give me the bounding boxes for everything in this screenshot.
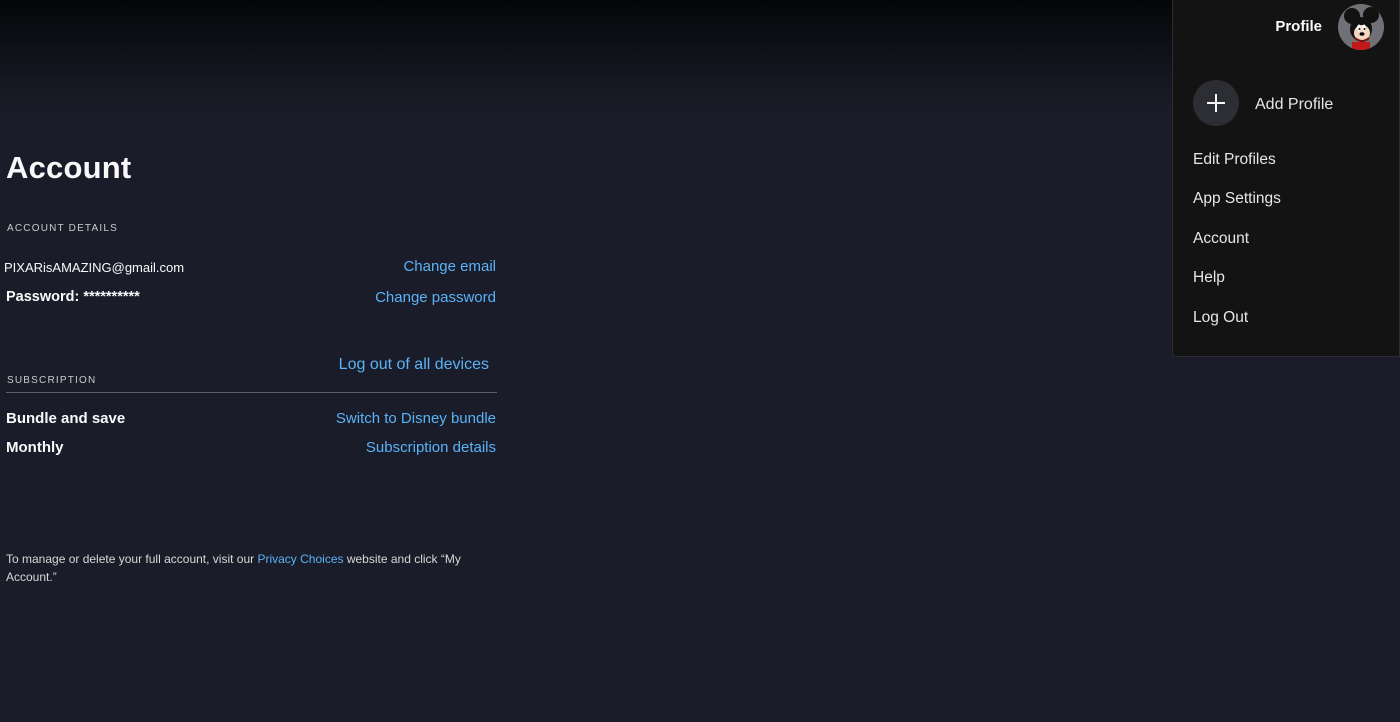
add-profile-label[interactable]: Add Profile (1255, 96, 1333, 114)
menu-item-help[interactable]: Help (1193, 269, 1225, 287)
privacy-choices-link[interactable]: Privacy Choices (257, 552, 343, 566)
menu-item-account[interactable]: Account (1193, 230, 1249, 248)
billing-period: Monthly (6, 439, 64, 456)
account-details-label: ACCOUNT DETAILS (7, 223, 118, 234)
switch-bundle-link[interactable]: Switch to Disney bundle (336, 410, 496, 427)
privacy-footnote: To manage or delete your full account, v… (6, 550, 476, 586)
plan-name: Bundle and save (6, 410, 126, 427)
change-email-link[interactable]: Change email (403, 258, 496, 275)
mickey-avatar-icon[interactable] (1338, 4, 1384, 50)
password-label: Password: (6, 289, 80, 305)
menu-item-edit-profiles[interactable]: Edit Profiles (1193, 151, 1276, 169)
profile-dropdown-menu (1172, 0, 1400, 357)
add-profile-button[interactable] (1193, 80, 1239, 126)
subscription-label: SUBSCRIPTION (7, 375, 97, 386)
page-title: Account (6, 150, 132, 185)
menu-item-app-settings[interactable]: App Settings (1193, 190, 1281, 208)
logout-all-devices-link[interactable]: Log out of all devices (339, 356, 489, 374)
change-password-link[interactable]: Change password (375, 289, 496, 306)
section-divider (6, 392, 497, 393)
password-row: Password: ********** (6, 289, 140, 305)
account-email: PIXARisAMAZING@gmail.com (4, 260, 185, 275)
password-mask: ********** (83, 289, 140, 305)
subscription-details-link[interactable]: Subscription details (366, 439, 496, 456)
footnote-text-before: To manage or delete your full account, v… (6, 552, 258, 566)
profile-name[interactable]: Profile (1275, 18, 1322, 35)
menu-item-log-out[interactable]: Log Out (1193, 309, 1248, 327)
plus-icon (1207, 94, 1225, 112)
